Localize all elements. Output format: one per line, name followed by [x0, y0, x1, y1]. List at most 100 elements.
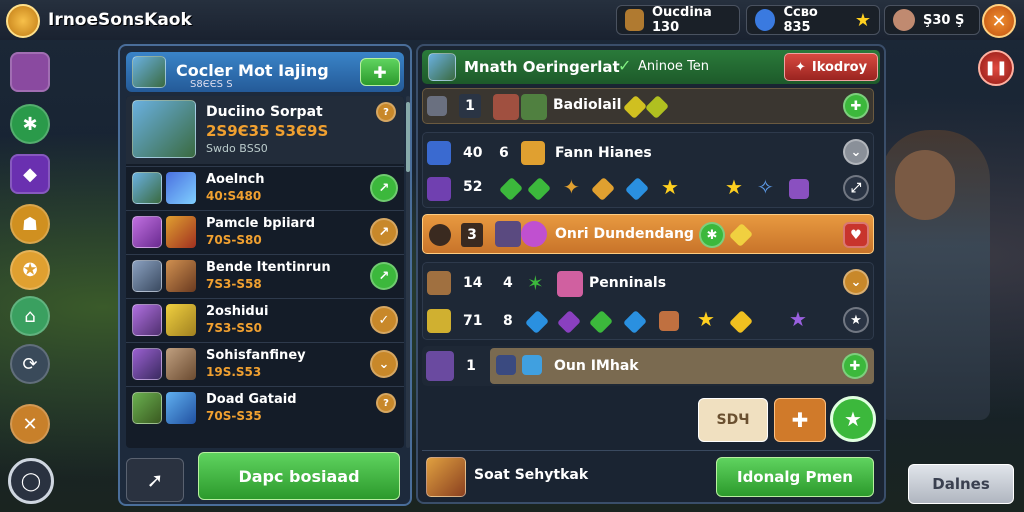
featured-hero-portrait — [132, 100, 196, 158]
star-icon: ★ — [725, 175, 743, 199]
weapon-icon — [166, 172, 196, 204]
footer-label: Soat Sehytkak — [474, 467, 589, 483]
slot-label: Fann Hianes — [555, 145, 652, 161]
blue-gem-icon — [622, 309, 648, 335]
add-button[interactable]: ✚ — [843, 93, 869, 119]
leaf-icon[interactable]: ✱ — [10, 104, 50, 144]
list-item-value: 19Ѕ.Ѕ53 — [206, 365, 262, 379]
refresh-icon[interactable]: ⟳ — [10, 344, 50, 384]
info-icon[interactable]: ? — [376, 393, 396, 413]
unit-portrait — [132, 216, 162, 248]
star-icon: ★ — [854, 9, 871, 31]
match-title: Mnath Oeringerlat — [464, 58, 620, 76]
list-item[interactable]: Bende Itentinrun 7Ѕ3-Ѕ58 ↗ — [126, 254, 404, 296]
sword-icon — [427, 177, 451, 201]
upgrade-button[interactable]: ↗ — [370, 262, 398, 290]
upgrade-button[interactable]: ↗ — [370, 218, 398, 246]
add-icon[interactable]: ✚ — [774, 398, 826, 442]
match-slot[interactable]: 1 Oun IMhak ✚ — [422, 346, 874, 386]
list-item-name: Pamcle bpiiard — [206, 216, 316, 231]
small-action-button[interactable]: ЅDЧ — [698, 398, 768, 442]
list-item[interactable]: Sohisfanfiney 19Ѕ.Ѕ53 ⌄ — [126, 342, 404, 384]
slot-label: Oun IMhak — [554, 358, 639, 374]
info-icon[interactable]: ? — [376, 102, 396, 122]
list-item[interactable]: Doad Gataid 70Ѕ-Ѕ35 ? — [126, 386, 404, 428]
list-item-name: Doad Gataid — [206, 392, 297, 407]
settings-ring-icon[interactable]: ◯ — [8, 458, 54, 504]
trophy-icon[interactable]: ✪ — [10, 250, 50, 290]
crystal-icon — [522, 355, 542, 375]
slot-level: 8 — [503, 313, 513, 329]
shop-icon[interactable]: ⌂ — [10, 296, 50, 336]
target-icon — [429, 224, 451, 246]
featured-hero-name: Duciino Sorpat — [206, 104, 323, 120]
details-button[interactable]: Dalnes — [908, 464, 1014, 504]
card-icon — [496, 355, 516, 375]
green-star-icon: ✶ — [527, 271, 544, 295]
favorite-star-button[interactable]: ★ — [830, 396, 876, 442]
slot-number: 1 — [459, 94, 481, 118]
list-item-name: Sohisfanfiney — [206, 348, 306, 363]
match-slot[interactable]: 14 4 ✶ Penninals ⌄ 71 8 ★ ★ ★ — [422, 262, 874, 340]
dagger-icon: ✧ — [757, 175, 774, 199]
chevron-down-icon[interactable]: ⌄ — [843, 269, 869, 295]
featured-hero[interactable]: Duciino Sorpat 2Ѕ9Є35 Ѕ3Є9Ѕ Ѕwdo BЅЅ0 ? — [126, 96, 404, 164]
match-slot[interactable]: 40 6 Fann Hianes ⌄ 52 ✦ ★ ★ ✧ ⤢ — [422, 132, 874, 208]
expand-button[interactable]: ⌄ — [370, 350, 398, 378]
open-button[interactable]: Idonalg Pmen — [716, 457, 874, 497]
list-item-name: Aoelnch — [206, 172, 265, 187]
add-hero-button[interactable]: ✚ — [360, 58, 400, 86]
slot-level: 6 — [499, 145, 509, 161]
pencil-icon — [427, 309, 451, 333]
unit-portrait — [132, 260, 162, 292]
match-slot[interactable]: 1 Badiolail ✚ — [422, 88, 874, 124]
expand-icon[interactable]: ⤢ — [843, 175, 869, 201]
list-item[interactable]: Pamcle bpiiard 70Ѕ-Ѕ80 ↗ — [126, 210, 404, 252]
list-item-value: 7Ѕ3-Ѕ58 — [206, 277, 262, 291]
game-logo-icon[interactable] — [6, 4, 40, 38]
confirm-button[interactable]: ✓ — [370, 306, 398, 334]
list-item[interactable]: 2oshidui 7Ѕ3-ЅЅ0 ✓ — [126, 298, 404, 340]
add-button[interactable]: ✚ — [842, 353, 868, 379]
resource-profile-value: Ş30 Ş — [923, 12, 965, 28]
slot-label: Badiolail — [553, 97, 622, 113]
gift-icon: ✦ — [794, 59, 806, 75]
hero-list-scrollbar[interactable] — [406, 96, 410, 448]
crystal-icon[interactable]: ◆ — [10, 154, 50, 194]
blue-gem-icon — [524, 309, 550, 335]
match-header: Mnath Oeringerlat ✓ Aninoe Ten ✦ Ikodroy — [422, 50, 880, 84]
match-avatar-icon — [428, 53, 456, 81]
arrow-icon[interactable]: ➚ — [126, 458, 184, 502]
slot-level: 4 — [503, 275, 513, 291]
leaf-icon: ✱ — [699, 222, 725, 248]
list-item-value: 7Ѕ3-ЅЅ0 — [206, 321, 262, 335]
hero-list: Duciino Sorpat 2Ѕ9Є35 Ѕ3Є9Ѕ Ѕwdo BЅЅ0 ? … — [126, 96, 404, 448]
tools-icon[interactable]: ✕ — [10, 404, 50, 444]
resource-gem[interactable]: Ссво 835 ★ — [746, 5, 880, 35]
match-panel: Mnath Oeringerlat ✓ Aninoe Ten ✦ Ikodroy… — [416, 44, 886, 504]
purple-gem-icon — [556, 309, 582, 335]
upgrade-button[interactable]: ↗ — [370, 174, 398, 202]
chevron-down-icon[interactable]: ⌄ — [843, 139, 869, 165]
list-item-name: 2oshidui — [206, 304, 269, 319]
chest-icon — [625, 9, 644, 31]
featured-hero-value: 2Ѕ9Є35 Ѕ3Є9Ѕ — [206, 122, 329, 140]
app-title: IrnoeSonsKaok — [48, 10, 192, 30]
slot-label: Penninals — [589, 275, 667, 291]
profile-avatar-icon[interactable] — [10, 52, 50, 92]
deploy-button[interactable]: Dapc bosiaad — [198, 452, 400, 500]
list-item[interactable]: Aoelnch 40:Ѕ480 ↗ — [126, 166, 404, 208]
helmet-icon[interactable]: ☗ — [10, 204, 50, 244]
resource-profile[interactable]: Ş30 Ş — [884, 5, 980, 35]
pause-icon[interactable]: ❚❚ — [978, 50, 1014, 86]
resource-chest[interactable]: Oucdina 130 — [616, 5, 740, 35]
ice-icon — [166, 392, 196, 424]
heart-icon[interactable]: ♥ — [843, 222, 869, 248]
resource-chest-value: Oucdina 130 — [652, 5, 712, 35]
match-slot-selected[interactable]: 3 Onri Dundendang ✱ ♥ — [422, 214, 874, 254]
star-outline-icon[interactable]: ★ — [843, 307, 869, 333]
gold-gem-icon — [728, 309, 754, 335]
close-icon[interactable]: ✕ — [982, 4, 1016, 38]
destroy-button[interactable]: ✦ Ikodroy — [784, 53, 878, 81]
shield-icon — [166, 260, 196, 292]
